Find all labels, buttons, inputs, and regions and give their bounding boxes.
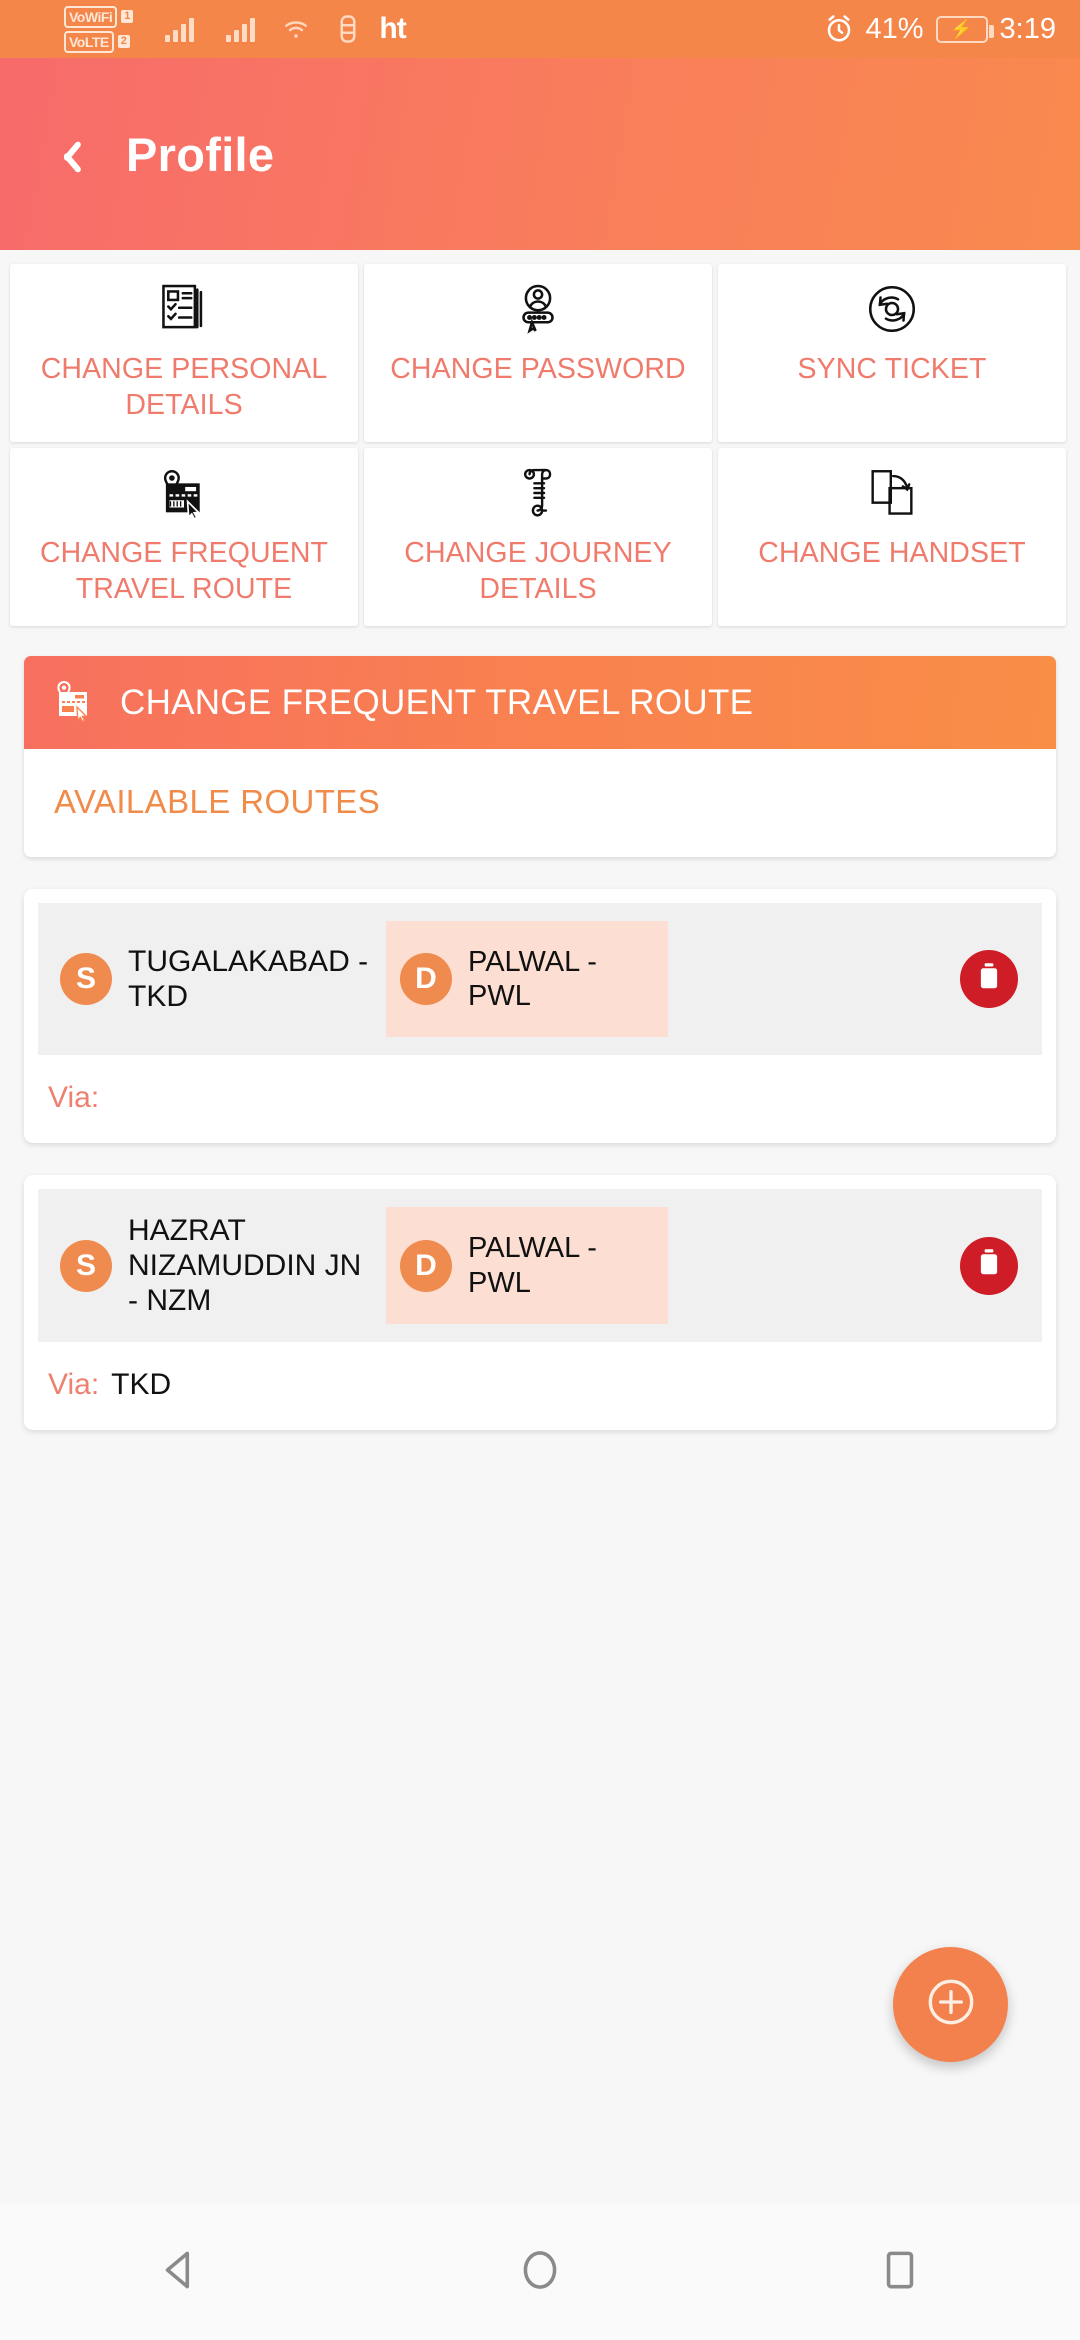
route-source: S HAZRAT NIZAMUDDIN JN - NZM xyxy=(52,1213,372,1319)
route-source: S TUGALAKABAD - TKD xyxy=(52,944,372,1015)
destination-station-name: PALWAL - PWL xyxy=(468,946,597,1013)
android-navigation-bar xyxy=(0,2205,1080,2340)
route-map-pointer-icon xyxy=(50,676,98,729)
vowifi-indicator: VoWiFi 1 xyxy=(64,5,134,28)
back-button[interactable] xyxy=(48,137,82,171)
plus-circle-icon xyxy=(920,1971,982,2038)
panel-header: CHANGE FREQUENT TRAVEL ROUTE xyxy=(24,656,1056,749)
route-card[interactable]: S HAZRAT NIZAMUDDIN JN - NZM D PALWAL - … xyxy=(24,1175,1056,1430)
alarm-icon xyxy=(824,14,854,44)
status-bar-left: VoWiFi 1 VoLTE 2 ht xyxy=(24,5,407,53)
quick-action-change-journey-details[interactable]: CHANGE JOURNEY DETAILS xyxy=(364,448,712,626)
via-value: TKD xyxy=(111,1367,172,1401)
signal-bars-sim2-icon xyxy=(226,16,256,42)
quick-action-label: CHANGE PASSWORD xyxy=(390,353,686,385)
volte-sim-number: 2 xyxy=(117,35,130,48)
route-summary-row: S HAZRAT NIZAMUDDIN JN - NZM D PALWAL - … xyxy=(38,1189,1042,1342)
battery-charging-icon: ⚡ xyxy=(935,15,994,43)
battery-percent: 41% xyxy=(865,12,924,45)
home-circle-icon xyxy=(515,2245,565,2300)
quick-action-change-frequent-travel-route[interactable]: CHANGE FREQUENT TRAVEL ROUTE xyxy=(10,448,358,626)
quick-action-label: SYNC TICKET xyxy=(797,353,987,385)
destination-badge: D xyxy=(400,1239,452,1292)
nav-recents-button[interactable] xyxy=(840,2223,960,2323)
via-label: Via: xyxy=(48,1081,100,1115)
route-card[interactable]: S TUGALAKABAD - TKD D PALWAL - PWL Via: xyxy=(24,889,1056,1144)
quick-action-label: CHANGE PERSONAL DETAILS xyxy=(40,353,328,421)
carrier-label: ht xyxy=(379,12,406,45)
trash-icon xyxy=(976,1248,1002,1283)
route-map-pointer-icon xyxy=(155,462,213,524)
page-title: Profile xyxy=(126,127,275,181)
route-via-row: Via: xyxy=(38,1055,1042,1143)
status-bar: VoWiFi 1 VoLTE 2 ht 41% ⚡ 3:19 xyxy=(0,0,1080,58)
quick-action-change-password[interactable]: CHANGE PASSWORD xyxy=(364,264,712,442)
handset-transfer-icon xyxy=(863,462,921,524)
status-bar-right: 41% ⚡ 3:19 xyxy=(808,12,1056,46)
status-bar-clock: 3:19 xyxy=(999,12,1056,45)
route-destination: D PALWAL - PWL xyxy=(386,921,668,1038)
recents-square-icon xyxy=(875,2245,925,2300)
route-destination: D PALWAL - PWL xyxy=(386,1207,668,1324)
quick-action-sync-ticket[interactable]: SYNC TICKET xyxy=(718,264,1066,442)
volte-indicator: VoLTE 2 xyxy=(64,30,133,53)
quick-action-label: CHANGE JOURNEY DETAILS xyxy=(404,537,672,605)
vowifi-label: VoWiFi xyxy=(64,5,118,28)
trash-icon xyxy=(976,962,1002,997)
documents-checklist-icon xyxy=(155,278,213,340)
app-bar: Profile xyxy=(0,58,1080,250)
user-password-icon xyxy=(509,278,567,340)
vowifi-sim-number: 1 xyxy=(121,10,134,23)
quick-action-change-personal-details[interactable]: CHANGE PERSONAL DETAILS xyxy=(10,264,358,442)
scroll-ticket-icon xyxy=(509,462,567,524)
quick-action-label: CHANGE FREQUENT TRAVEL ROUTE xyxy=(39,537,329,605)
destination-station-name: PALWAL - PWL xyxy=(468,1232,597,1299)
source-station-name: TUGALAKABAD - TKD xyxy=(128,944,369,1014)
available-routes-subtitle: AVAILABLE ROUTES xyxy=(54,783,381,820)
sync-circular-arrows-icon xyxy=(863,278,921,340)
nav-back-button[interactable] xyxy=(120,2223,240,2323)
via-label: Via: xyxy=(48,1367,100,1401)
source-station-name: HAZRAT NIZAMUDDIN JN - NZM xyxy=(128,1213,362,1318)
panel-body: AVAILABLE ROUTES xyxy=(24,749,1056,857)
volte-label: VoLTE xyxy=(64,30,114,53)
route-summary-row: S TUGALAKABAD - TKD D PALWAL - PWL xyxy=(38,903,1042,1056)
volte-indicators: VoWiFi 1 VoLTE 2 xyxy=(64,5,134,53)
panel-header-title: CHANGE FREQUENT TRAVEL ROUTE xyxy=(120,682,754,722)
signal-bars-sim1-icon xyxy=(165,16,195,42)
quick-action-label: CHANGE HANDSET xyxy=(758,537,1026,569)
quick-action-grid: CHANGE PERSONAL DETAILS CHANGE PASSWORD xyxy=(0,250,1080,626)
source-badge: S xyxy=(60,1239,112,1292)
phone-screen: VoWiFi 1 VoLTE 2 ht 41% ⚡ 3:19 Profile C… xyxy=(0,0,1080,2340)
source-badge: S xyxy=(60,953,112,1006)
route-via-row: Via: TKD xyxy=(38,1342,1042,1430)
add-route-fab[interactable] xyxy=(893,1947,1008,2062)
wifi-icon xyxy=(281,16,311,42)
quick-action-change-handset[interactable]: CHANGE HANDSET xyxy=(718,448,1066,626)
destination-badge: D xyxy=(400,953,452,1006)
delete-route-button[interactable] xyxy=(960,1236,1018,1295)
nav-home-button[interactable] xyxy=(480,2223,600,2323)
delete-route-button[interactable] xyxy=(960,950,1018,1009)
vpn-icon xyxy=(337,14,359,44)
back-triangle-icon xyxy=(155,2245,205,2300)
change-frequent-travel-route-panel: CHANGE FREQUENT TRAVEL ROUTE AVAILABLE R… xyxy=(24,656,1056,857)
